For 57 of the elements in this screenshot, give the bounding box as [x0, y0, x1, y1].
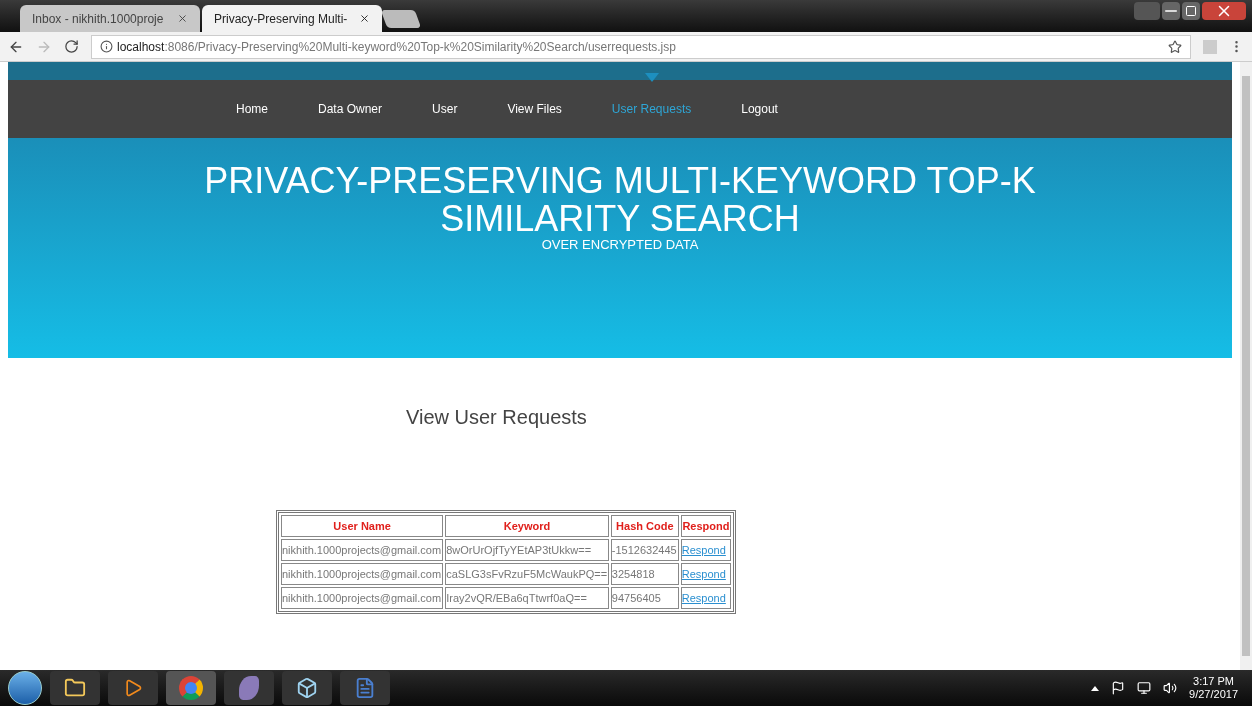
table-cell: 8wOrUrOjfTyYEtAP3tUkkw== [446, 543, 592, 556]
table-cell: nikhith.1000projects@gmail.com [282, 591, 442, 604]
table-cell: -1512632445 [611, 543, 677, 556]
new-tab-button[interactable] [380, 10, 422, 28]
maximize-icon[interactable] [1182, 2, 1200, 20]
site-title: PRIVACY-PRESERVING MULTI-KEYWORD TOP-K SIMILARITY SEARCH [203, 162, 1037, 238]
taskbar-button[interactable] [224, 671, 274, 705]
close-icon[interactable] [1202, 2, 1246, 20]
table-cell: Iray2vQR/EBa6qTtwrf0aQ== [446, 591, 587, 604]
bookmark-icon[interactable] [1168, 39, 1182, 54]
site-subtitle: OVER ENCRYPTED DATA [541, 238, 699, 252]
browser-tab[interactable]: Privacy-Preserving Multi- [202, 5, 382, 32]
network-icon[interactable] [1137, 681, 1152, 695]
url-host: localhost [117, 38, 165, 56]
folder-icon [64, 677, 86, 699]
browser-icon [179, 676, 203, 700]
column-header: Keyword [445, 515, 609, 537]
close-icon[interactable] [359, 13, 370, 24]
active-pointer-icon [644, 73, 659, 82]
table-cell: caSLG3sFvRzuF5McWaukPQ== [446, 567, 608, 580]
taskbar-button[interactable] [166, 671, 216, 705]
column-header: Hash Code [610, 515, 679, 537]
nav-link[interactable]: View Files [507, 100, 562, 118]
tab-title: Inbox - nikhith.1000proje [32, 10, 165, 28]
tab-title: Privacy-Preserving Multi- [214, 10, 349, 28]
taskbar-button[interactable] [282, 671, 332, 705]
start-button[interactable] [8, 671, 42, 705]
close-icon[interactable] [177, 13, 188, 24]
nav-link[interactable]: Home [236, 100, 268, 118]
url-path: :8086/Privacy-Preserving%20Multi-keyword%20Top-k%20Similarity%20Search/userrequests.jsp [164, 38, 676, 56]
tray-arrow-icon[interactable] [1091, 685, 1100, 691]
address-bar[interactable]: localhost:8086/Privacy-Preserving%20Multi-keyword%20Top-k%20Similarity%20Search/userrequests.jsp [91, 34, 1191, 59]
column-header: Respond [680, 515, 731, 537]
flag-icon[interactable] [1111, 681, 1126, 695]
taskbar-button[interactable] [50, 671, 100, 705]
scrollbar[interactable] [1240, 62, 1252, 670]
column-header: User Name [281, 515, 444, 537]
table-cell: 3254818 [611, 567, 655, 580]
browser-tab[interactable]: Inbox - nikhith.1000proje [20, 5, 200, 32]
document-icon [354, 677, 376, 699]
table-cell: nikhith.1000projects@gmail.com [282, 567, 442, 580]
media-player-icon [123, 678, 143, 698]
nav-link[interactable]: User [432, 100, 458, 118]
info-icon[interactable] [100, 40, 113, 53]
cube-icon [296, 677, 318, 699]
taskbar-button[interactable] [108, 671, 158, 705]
reload-icon[interactable] [64, 39, 79, 54]
clock-date: 9/27/2017 [1189, 688, 1238, 701]
minimize-icon[interactable] [1162, 2, 1180, 20]
nav-link[interactable]: Data Owner [318, 100, 383, 118]
nav-link[interactable]: User Requests [611, 100, 692, 118]
page-heading: View User Requests [406, 405, 588, 430]
clock-time: 3:17 PM [1193, 675, 1234, 688]
volume-icon[interactable] [1163, 681, 1178, 695]
nav-link[interactable]: Logout [741, 100, 778, 118]
table-cell: nikhith.1000projects@gmail.com [282, 543, 442, 556]
table-cell: 94756405 [611, 591, 661, 604]
